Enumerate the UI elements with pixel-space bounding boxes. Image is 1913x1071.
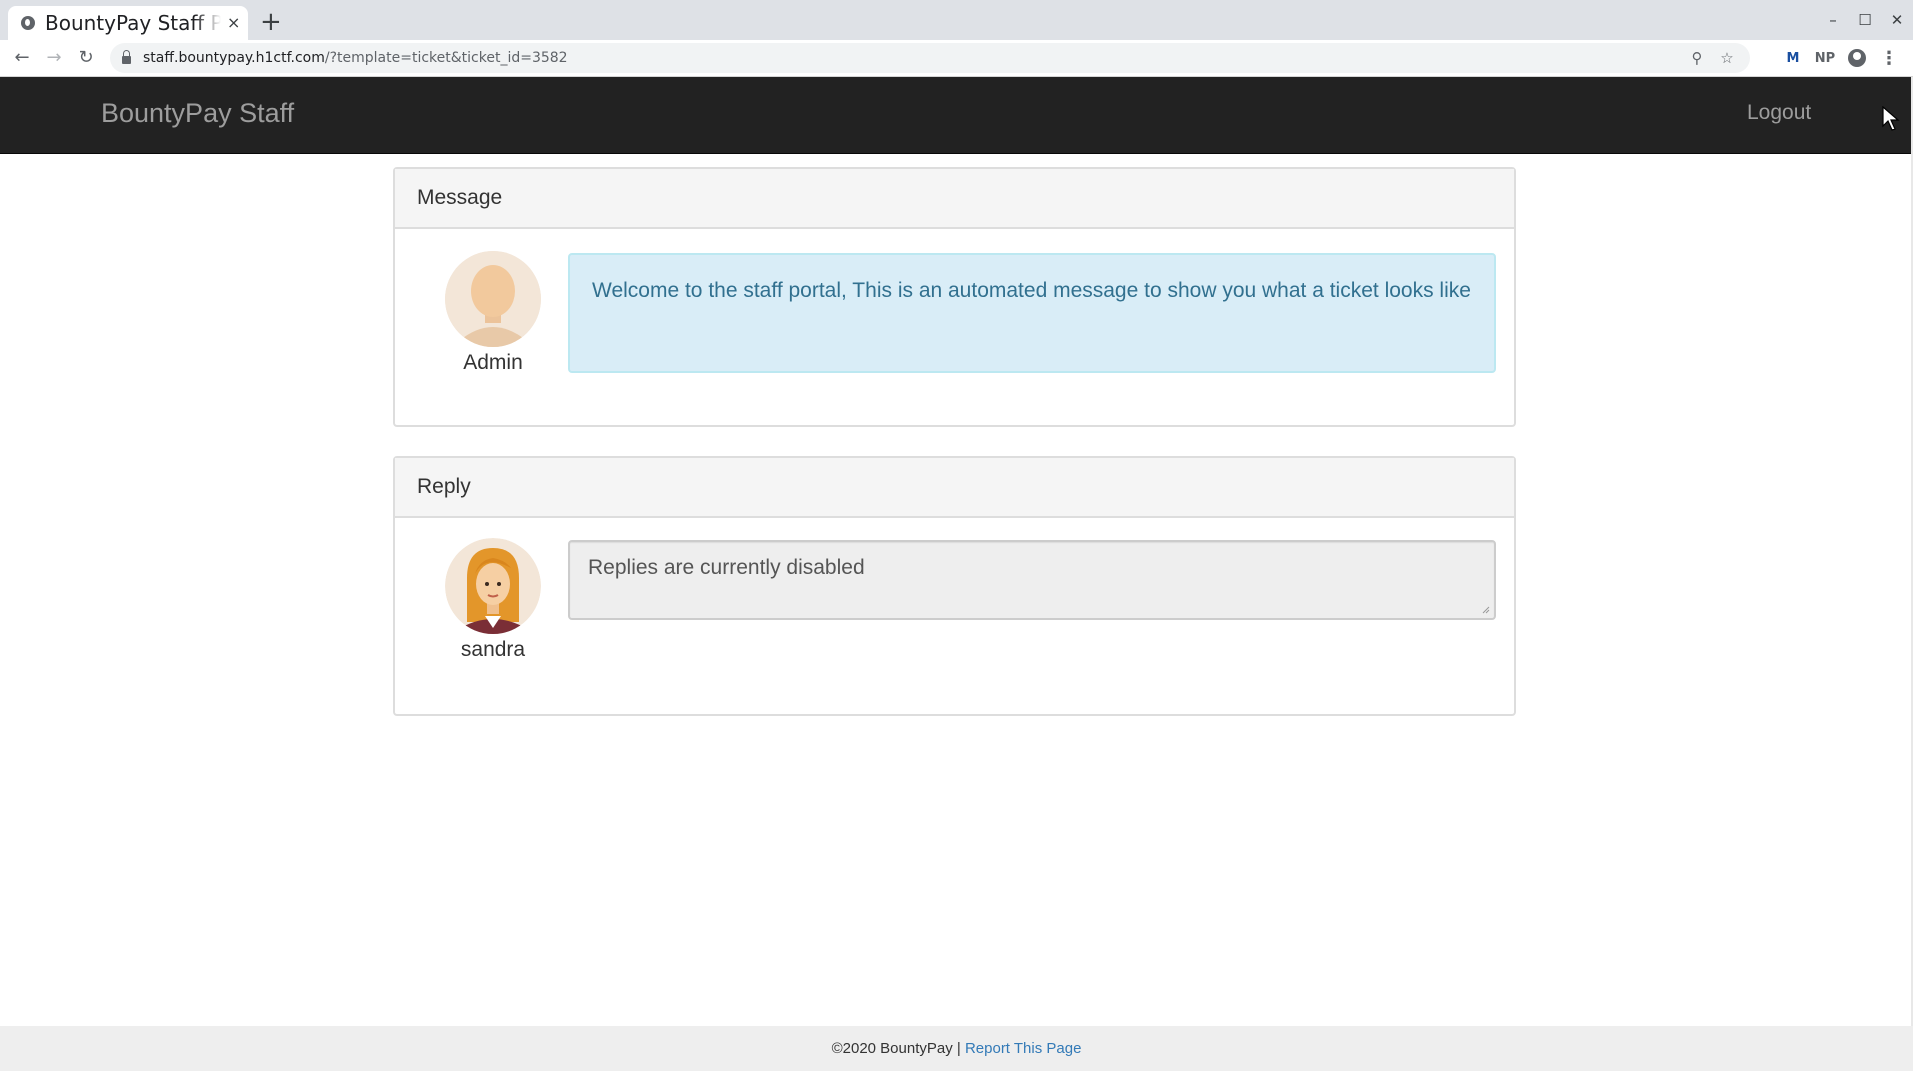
zoom-icon[interactable]: ⚲: [1682, 49, 1712, 67]
report-page-link[interactable]: Report This Page: [965, 1040, 1081, 1057]
maximize-icon[interactable]: ☐: [1849, 11, 1881, 29]
reply-panel: Reply sandra Replies are currently disab…: [393, 456, 1516, 716]
extension-np-icon[interactable]: NP: [1809, 51, 1841, 66]
footer-copyright: ©2020 BountyPay |: [831, 1040, 965, 1057]
reply-author: sandra: [460, 638, 526, 661]
browser-menu-icon[interactable]: ⋮: [1873, 48, 1905, 69]
message-panel-heading: Message: [395, 169, 1514, 229]
profile-icon[interactable]: [1848, 49, 1866, 67]
extension-area: M NP ⋮: [1777, 46, 1905, 70]
message-panel: Message Admin Welcome to the staff porta…: [393, 167, 1516, 427]
sandra-avatar-icon: [445, 538, 541, 634]
url-path: /?template=ticket&ticket_id=3582: [324, 50, 568, 66]
address-bar[interactable]: staff.bountypay.h1ctf.com/?template=tick…: [110, 43, 1750, 73]
window-controls: – ☐ ✕: [1817, 0, 1913, 40]
reload-icon[interactable]: ↻: [74, 46, 98, 70]
site-navbar: BountyPay Staff Logout: [0, 77, 1913, 154]
url-host: staff.bountypay.h1ctf.com: [143, 50, 325, 66]
url-text: staff.bountypay.h1ctf.com/?template=tick…: [143, 50, 568, 66]
browser-tabstrip: BountyPay Staff Portal × + – ☐ ✕: [0, 0, 1913, 40]
tab-title: BountyPay Staff Portal: [45, 11, 221, 35]
browser-tab[interactable]: BountyPay Staff Portal ×: [8, 6, 248, 40]
omnibox-actions: ⚲ ☆: [1682, 43, 1742, 73]
reply-placeholder: Replies are currently disabled: [588, 556, 865, 579]
close-window-icon[interactable]: ✕: [1881, 11, 1913, 29]
browser-toolbar: ← → ↻ staff.bountypay.h1ctf.com/?templat…: [0, 40, 1913, 77]
globe-icon: [21, 16, 35, 30]
admin-avatar-icon: [445, 251, 541, 347]
logout-link[interactable]: Logout: [1747, 101, 1811, 125]
reply-textarea[interactable]: Replies are currently disabled: [568, 540, 1496, 620]
extension-icon[interactable]: M: [1777, 51, 1809, 66]
message-panel-title: Message: [417, 186, 503, 209]
admin-avatar: [445, 251, 541, 347]
message-author: Admin: [463, 351, 523, 374]
tab-close-icon[interactable]: ×: [227, 15, 240, 31]
bookmark-star-icon[interactable]: ☆: [1712, 49, 1742, 67]
lock-icon: [122, 50, 131, 64]
brand-link[interactable]: BountyPay Staff: [101, 98, 294, 129]
resize-grip-icon[interactable]: [1482, 606, 1490, 614]
mouse-cursor-icon: [1882, 106, 1900, 131]
reply-panel-title: Reply: [417, 475, 471, 498]
reply-panel-heading: Reply: [395, 458, 1514, 518]
forward-arrow-icon[interactable]: →: [42, 46, 66, 70]
message-alert: Welcome to the staff portal, This is an …: [568, 253, 1496, 373]
site-footer: ©2020 BountyPay | Report This Page: [0, 1026, 1913, 1071]
sandra-avatar: [445, 538, 541, 634]
new-tab-button[interactable]: +: [260, 8, 282, 36]
minimize-icon[interactable]: –: [1817, 11, 1849, 29]
message-text: Welcome to the staff portal, This is an …: [592, 279, 1471, 302]
back-arrow-icon[interactable]: ←: [10, 46, 34, 70]
